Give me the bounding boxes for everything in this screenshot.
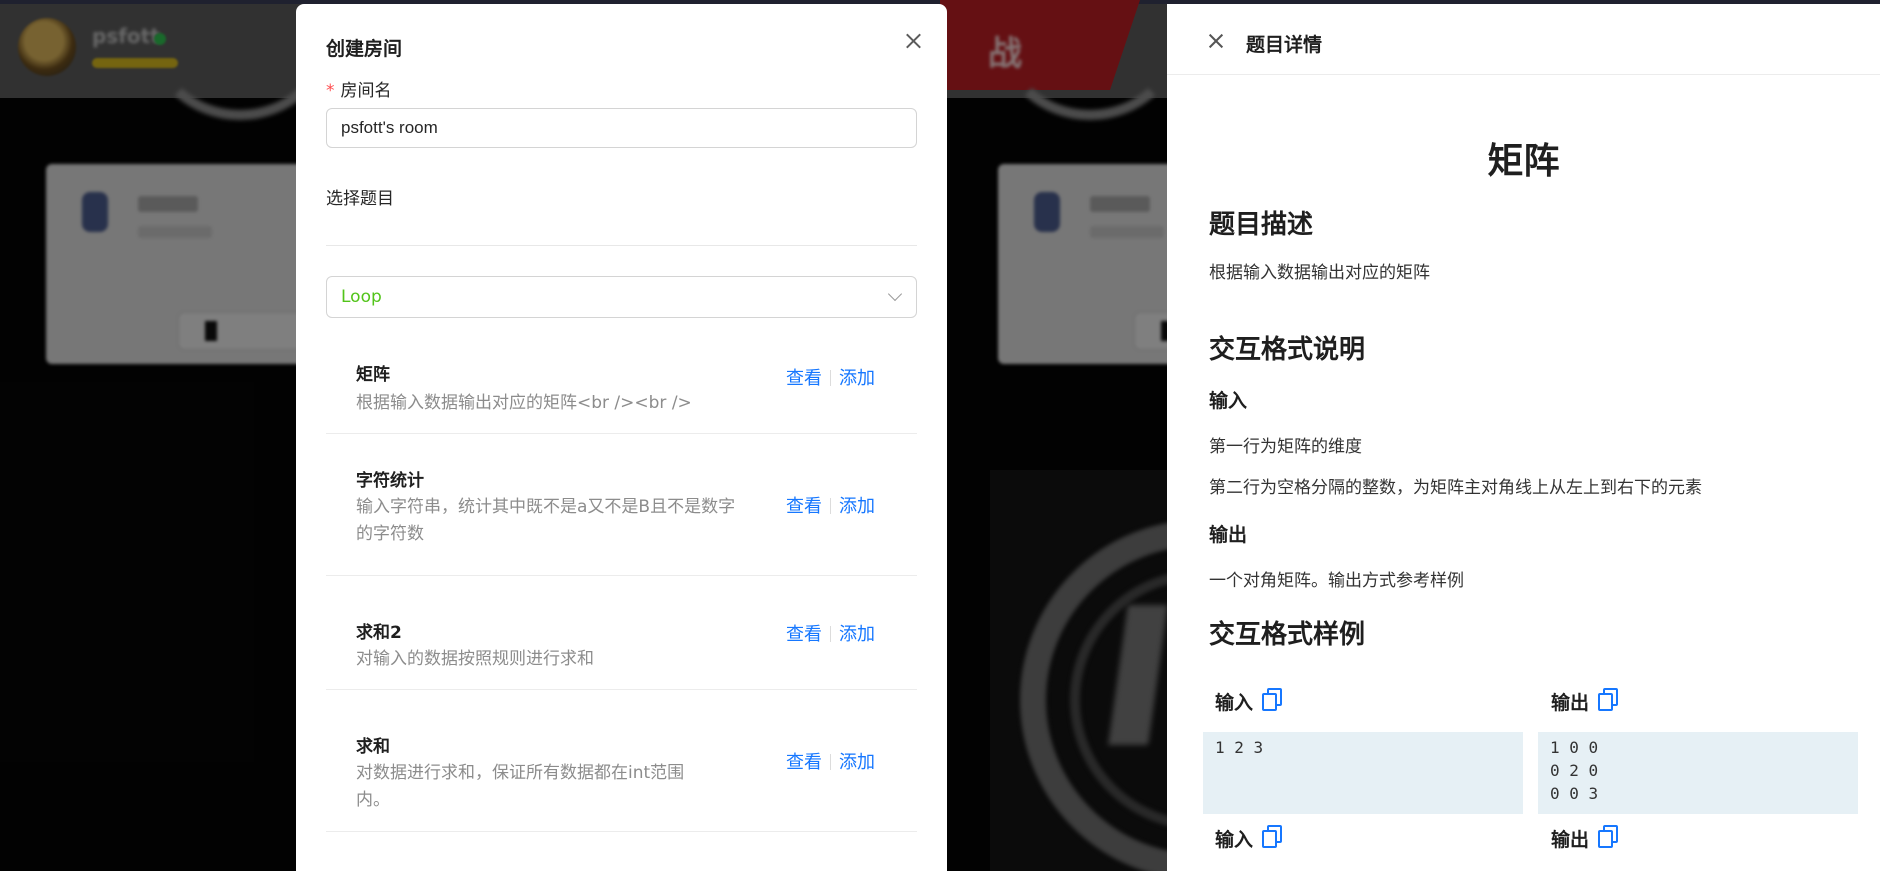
format-heading: 交互格式说明 [1209,335,1366,365]
drawer-header: 题目详情 [1167,4,1880,75]
sample-input-label: 输入 [1215,692,1254,714]
problem-name: 矩阵 [356,365,390,385]
problem-actions: 查看 添加 [786,748,875,774]
output-text: 一个对角矩阵。输出方式参考样例 [1209,571,1464,591]
description-heading: 题目描述 [1209,210,1314,240]
close-icon[interactable] [1203,28,1229,54]
problem-list-item: 求和2 对输入的数据按照规则进行求和 查看 添加 [326,576,917,690]
sample-input-label: 输入 [1215,829,1254,851]
divider [326,245,917,246]
action-separator [830,754,831,770]
view-problem-link[interactable]: 查看 [786,624,822,645]
sample-output-label: 输出 [1551,692,1590,714]
problem-actions: 查看 添加 [786,364,875,390]
input-heading: 输入 [1209,390,1248,412]
create-room-modal: 创建房间 *房间名 选择题目 Loop 矩阵 根据输入数据输出对应的矩阵<br … [296,4,947,871]
problem-description: 输入字符串，统计其中既不是a又不是B且不是数字的字符数 [356,497,736,544]
action-separator [830,370,831,386]
category-select[interactable]: Loop [326,276,917,318]
description-text: 根据输入数据输出对应的矩阵 [1209,263,1430,283]
view-problem-link[interactable]: 查看 [786,368,822,389]
add-problem-link[interactable]: 添加 [839,496,875,517]
add-problem-link[interactable]: 添加 [839,624,875,645]
problem-name: 求和2 [356,623,402,643]
sample-input-box: 1 2 3 [1203,732,1523,814]
problem-title: 矩阵 [1487,141,1560,182]
view-problem-link[interactable]: 查看 [786,496,822,517]
select-problem-label: 选择题目 [326,189,394,209]
copy-icon[interactable] [1262,688,1282,711]
output-heading: 输出 [1209,524,1248,546]
category-select-value: Loop [341,287,382,307]
room-name-input[interactable] [326,108,917,148]
action-separator [830,626,831,642]
room-name-label: * 房间名 [326,76,392,101]
chevron-down-icon [887,286,903,302]
action-separator [830,498,831,514]
input-line-2: 第二行为空格分隔的整数，为矩阵主对角线上从左上到右下的元素 [1209,478,1702,498]
modal-title: 创建房间 [326,38,403,60]
add-problem-link[interactable]: 添加 [839,752,875,773]
copy-icon[interactable] [1598,688,1618,711]
problem-actions: 查看 添加 [786,620,875,646]
problem-detail-drawer: 题目详情 矩阵 题目描述 根据输入数据输出对应的矩阵 交互格式说明 输入 第一行… [1167,4,1880,871]
problem-actions: 查看 添加 [786,492,875,518]
room-name-label-text: 房间名 [340,81,392,101]
close-icon[interactable] [898,26,928,56]
problem-list-item: 矩阵 根据输入数据输出对应的矩阵<br /><br /> 查看 添加 [326,344,917,434]
required-mark: * [326,81,335,101]
problem-description: 对输入的数据按照规则进行求和 [356,649,594,669]
input-line-1: 第一行为矩阵的维度 [1209,437,1362,457]
sample-output-label: 输出 [1551,829,1590,851]
drawer-title: 题目详情 [1246,34,1323,56]
copy-icon[interactable] [1262,825,1282,848]
problem-name: 求和 [356,737,390,757]
add-problem-link[interactable]: 添加 [839,368,875,389]
problem-list-item: 求和 对数据进行求和，保证所有数据都在int范围内。 查看 添加 [326,690,917,832]
problem-list-item: 字符统计 输入字符串，统计其中既不是a又不是B且不是数字的字符数 查看 添加 [326,434,917,576]
view-problem-link[interactable]: 查看 [786,752,822,773]
samples-heading: 交互格式样例 [1209,620,1366,650]
problem-description: 根据输入数据输出对应的矩阵<br /><br /> [356,393,692,413]
sample-output-box: 1 0 0 0 2 0 0 0 3 [1538,732,1858,814]
problem-description: 对数据进行求和，保证所有数据都在int范围内。 [356,763,685,810]
copy-icon[interactable] [1598,825,1618,848]
problem-list: 矩阵 根据输入数据输出对应的矩阵<br /><br /> 查看 添加 字符统计 输… [326,344,917,832]
problem-name: 字符统计 [356,471,424,491]
